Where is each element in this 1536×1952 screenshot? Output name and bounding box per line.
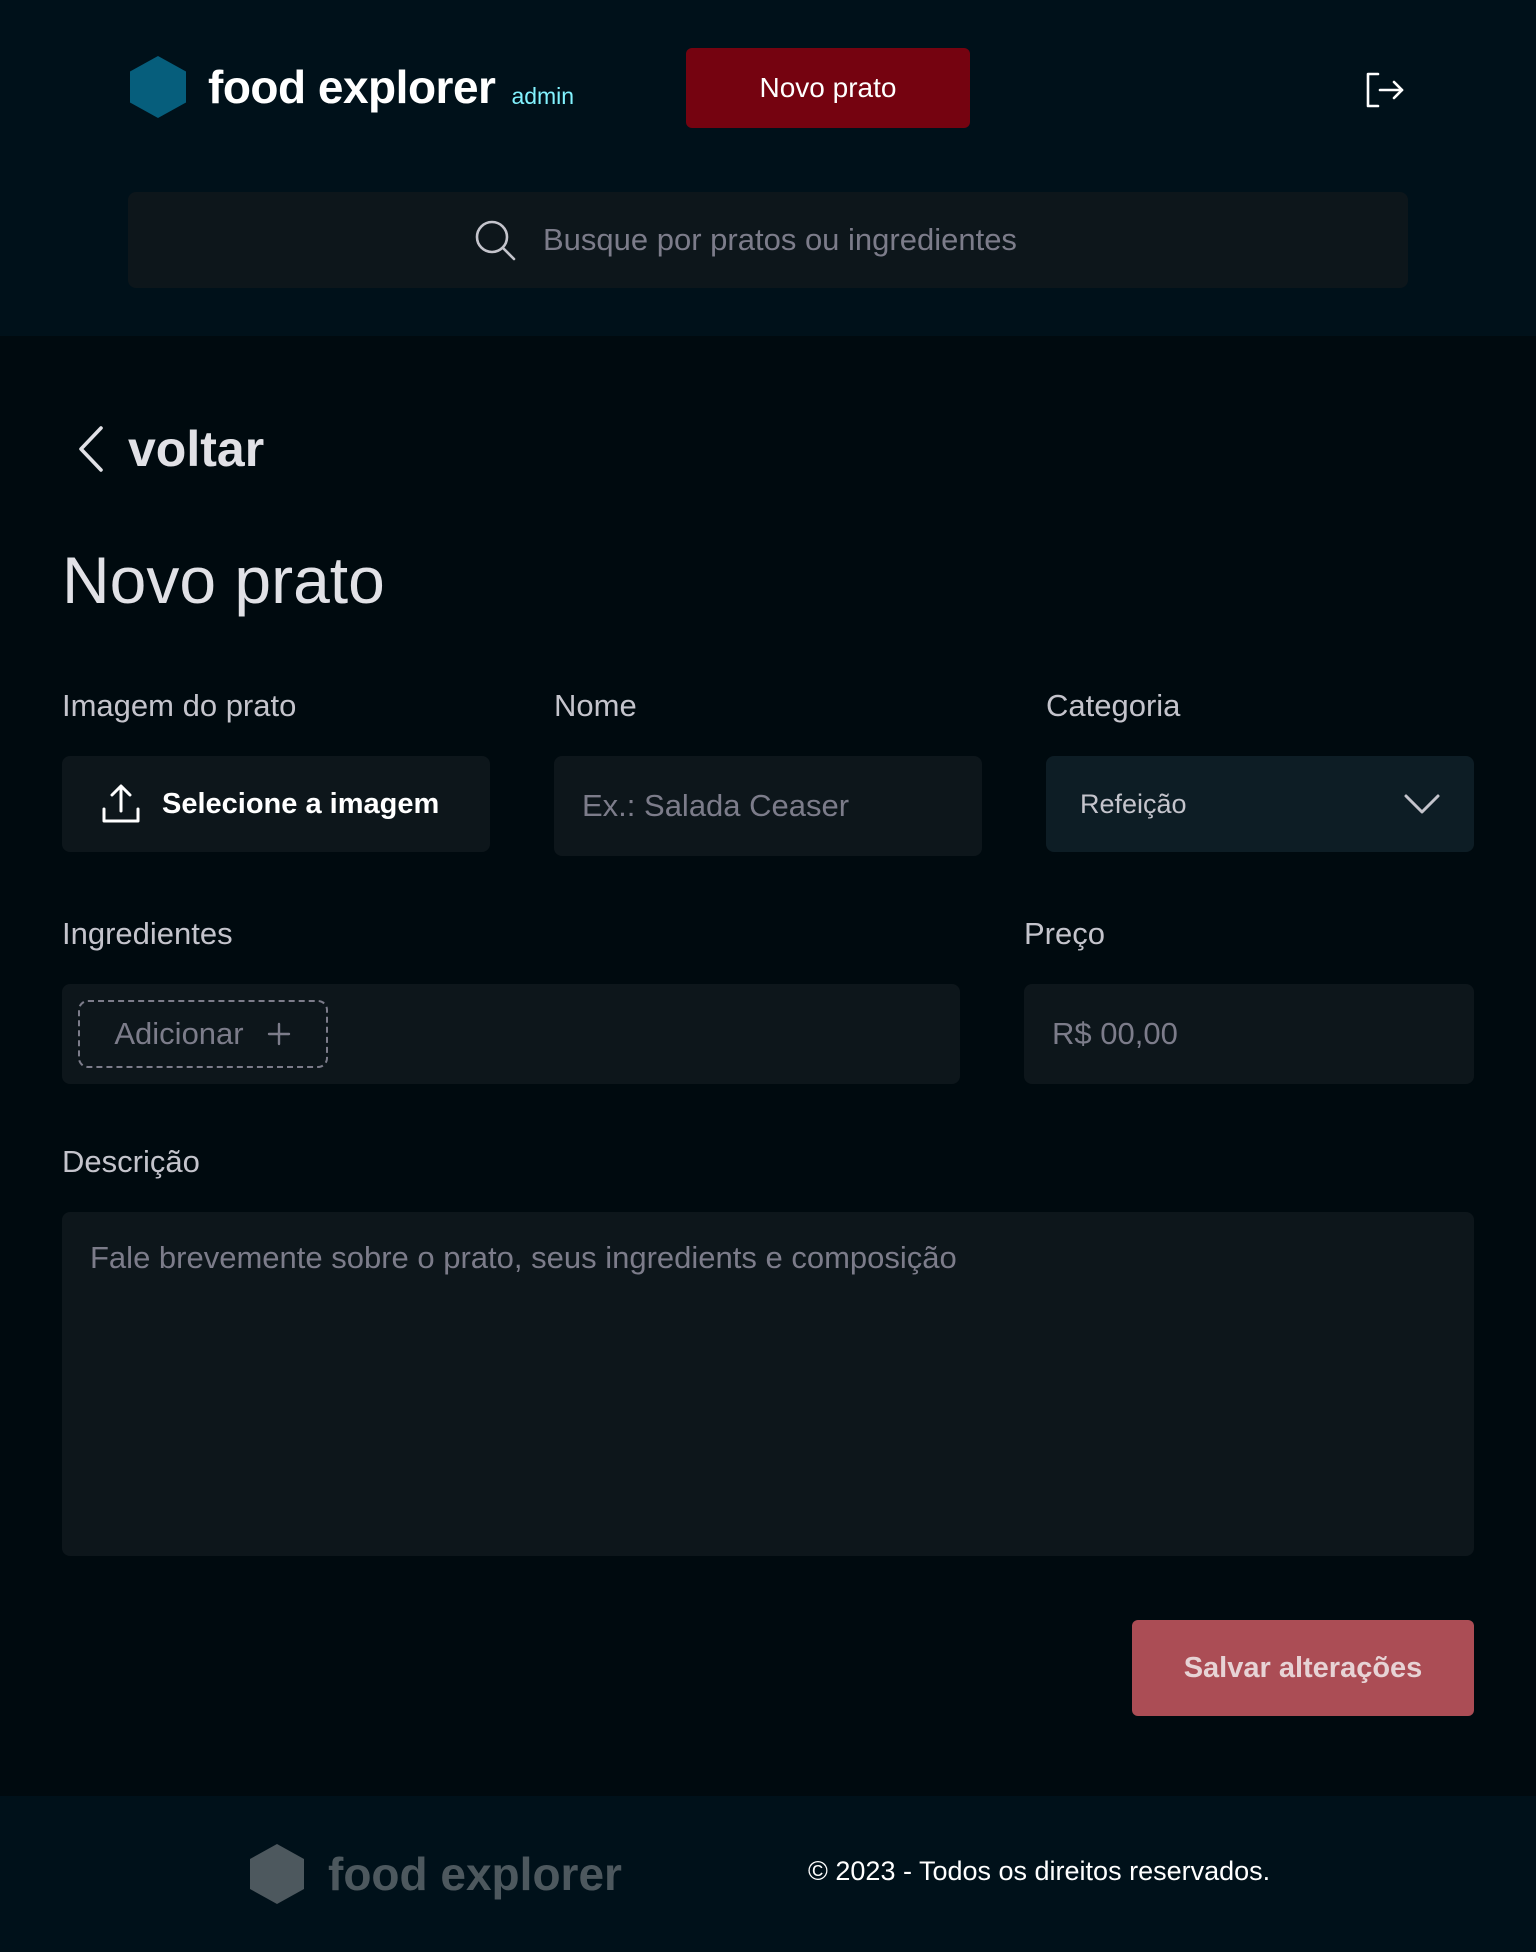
new-dish-button[interactable]: Novo prato — [686, 48, 970, 128]
back-label: voltar — [128, 421, 265, 477]
sign-out-icon[interactable] — [1362, 68, 1406, 112]
app-header: food explorer admin Novo prato — [0, 0, 1536, 336]
price-label: Preço — [1024, 916, 1105, 951]
category-selected-value: Refeição — [1080, 788, 1187, 819]
upload-icon — [102, 784, 140, 823]
name-label: Nome — [554, 688, 637, 723]
app-footer: food explorer © 2023 - Todos os direitos… — [0, 1796, 1536, 1952]
hexagon-logo-icon — [250, 1844, 304, 1904]
copyright-text: © 2023 - Todos os direitos reservados. — [808, 1856, 1271, 1886]
admin-badge: admin — [511, 82, 575, 109]
search-input[interactable] — [543, 222, 1063, 258]
search-bar[interactable] — [128, 192, 1408, 288]
category-label: Categoria — [1046, 688, 1181, 723]
description-textarea[interactable] — [62, 1212, 1474, 1556]
chevron-down-icon — [1404, 794, 1440, 814]
description-label: Descrição — [62, 1144, 200, 1179]
plus-icon — [267, 1022, 290, 1046]
add-ingredient-label: Adicionar — [114, 1016, 244, 1051]
footer-logo: food explorer — [250, 1844, 622, 1904]
ingredients-label: Ingredientes — [62, 916, 233, 951]
add-ingredient-button[interactable]: Adicionar — [78, 1000, 328, 1068]
category-select[interactable]: Refeição — [1046, 756, 1474, 852]
save-button[interactable]: Salvar alterações — [1132, 1620, 1474, 1716]
image-label: Imagem do prato — [62, 688, 297, 723]
name-input[interactable] — [554, 756, 982, 856]
brand-name: food explorer — [208, 61, 496, 113]
select-image-label: Selecione a imagem — [162, 787, 440, 820]
back-link[interactable]: voltar — [76, 420, 264, 478]
footer-brand: food explorer — [328, 1848, 622, 1900]
logo[interactable]: food explorer admin — [130, 56, 574, 118]
chevron-left-icon — [79, 426, 103, 472]
ingredients-container: Adicionar — [62, 984, 960, 1084]
select-image-button[interactable]: Selecione a imagem — [62, 756, 490, 852]
page-title: Novo prato — [62, 543, 385, 617]
price-input[interactable] — [1024, 984, 1474, 1084]
hexagon-logo-icon — [130, 56, 186, 118]
search-icon — [475, 220, 516, 261]
